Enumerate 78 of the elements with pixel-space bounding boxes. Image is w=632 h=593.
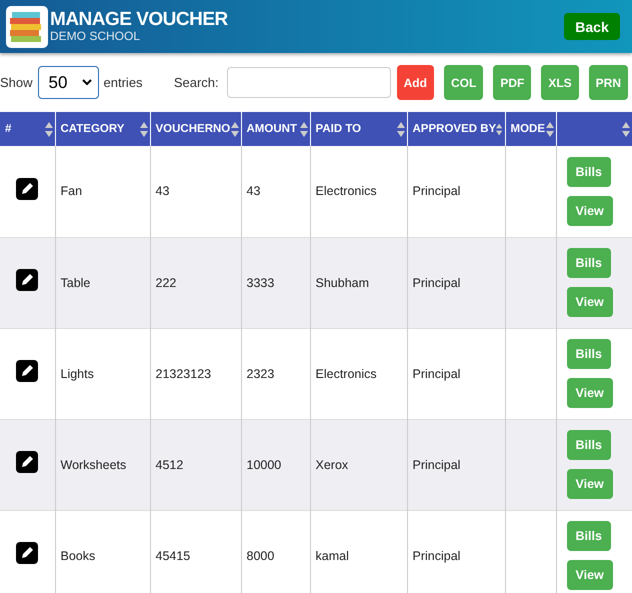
export-button[interactable]: PRN: [588, 65, 628, 100]
table-cell: Electronics: [310, 328, 407, 419]
table-cell: 21323123: [150, 328, 241, 419]
table-cell: Lights: [55, 328, 150, 419]
view-button[interactable]: View: [566, 560, 613, 590]
column-header[interactable]: #: [0, 112, 55, 146]
view-button[interactable]: View: [566, 196, 613, 226]
sort-icon[interactable]: [230, 122, 238, 136]
column-header[interactable]: VOUCHERNO: [150, 112, 241, 146]
edit-icon[interactable]: [16, 269, 38, 291]
sort-icon[interactable]: [44, 122, 52, 136]
page-title: MANAGE VOUCHER: [50, 10, 229, 30]
column-title: VOUCHERNO: [156, 123, 230, 135]
table-cell: Books: [55, 510, 150, 593]
table-cell: Shubham: [310, 237, 407, 328]
table-cell: Principal: [407, 237, 505, 328]
table-cell: Principal: [407, 328, 505, 419]
edit-icon[interactable]: [16, 360, 38, 382]
column-header[interactable]: MODE: [505, 112, 556, 146]
table-cell: 222: [150, 237, 241, 328]
table-cell: 45415: [150, 510, 241, 593]
table-cell: Worksheets: [55, 419, 150, 510]
bills-button[interactable]: Bills: [566, 248, 611, 278]
export-button[interactable]: COL: [444, 65, 484, 100]
column-header[interactable]: CATEGORY: [55, 112, 150, 146]
export-button[interactable]: PDF: [493, 65, 532, 100]
view-button[interactable]: View: [566, 378, 613, 408]
table-cell: 2323: [241, 328, 310, 419]
bills-button[interactable]: Bills: [566, 521, 611, 551]
column-title: #: [5, 123, 12, 135]
table-cell: Principal: [407, 510, 505, 593]
column-header[interactable]: PAID TO: [310, 112, 407, 146]
books-icon: [6, 6, 48, 48]
sort-icon[interactable]: [496, 122, 502, 136]
chevron-down-icon: [82, 79, 92, 86]
entries-label: entries: [104, 75, 143, 90]
edit-icon[interactable]: [16, 542, 38, 564]
edit-icon[interactable]: [16, 178, 38, 200]
column-header[interactable]: APPROVED BY: [407, 112, 505, 146]
table-cell: Principal: [407, 146, 505, 237]
bills-button[interactable]: Bills: [566, 430, 611, 460]
column-title: PAID TO: [316, 123, 362, 135]
sort-icon[interactable]: [140, 122, 148, 136]
sort-icon[interactable]: [546, 122, 554, 136]
add-button[interactable]: Add: [396, 65, 434, 100]
search-label: Search:: [174, 75, 219, 90]
column-header[interactable]: AMOUNT: [241, 112, 310, 146]
search-field[interactable]: [226, 67, 391, 98]
table-cell: Xerox: [310, 419, 407, 510]
view-button[interactable]: View: [566, 287, 613, 317]
table-cell: 10000: [241, 419, 310, 510]
back-button[interactable]: Back: [564, 13, 620, 40]
edit-icon[interactable]: [16, 451, 38, 473]
page-size-select[interactable]: 50: [38, 66, 99, 99]
column-title: MODE: [510, 123, 545, 135]
table-cell: 43: [241, 146, 310, 237]
table-cell: Electronics: [310, 146, 407, 237]
table-cell: Principal: [407, 419, 505, 510]
column-title: CATEGORY: [60, 123, 124, 135]
bills-button[interactable]: Bills: [566, 156, 611, 187]
column-header[interactable]: [556, 112, 632, 146]
export-button[interactable]: XLS: [541, 65, 579, 100]
sort-icon[interactable]: [622, 122, 630, 136]
table-cell: 43: [150, 146, 241, 237]
column-title: AMOUNT: [246, 123, 297, 135]
table-cell: 4512: [150, 419, 241, 510]
table-cell: Table: [55, 237, 150, 328]
sort-icon[interactable]: [396, 122, 404, 136]
show-label: Show: [0, 75, 33, 90]
sort-icon[interactable]: [300, 122, 308, 136]
table-cell: 3333: [241, 237, 310, 328]
table-cell: kamal: [310, 510, 407, 593]
bills-button[interactable]: Bills: [566, 339, 611, 369]
table-cell: Fan: [55, 146, 150, 237]
view-button[interactable]: View: [566, 469, 613, 499]
column-title: APPROVED BY: [412, 123, 496, 135]
school-name: DEMO SCHOOL: [50, 30, 142, 43]
table-cell: 8000: [241, 510, 310, 593]
